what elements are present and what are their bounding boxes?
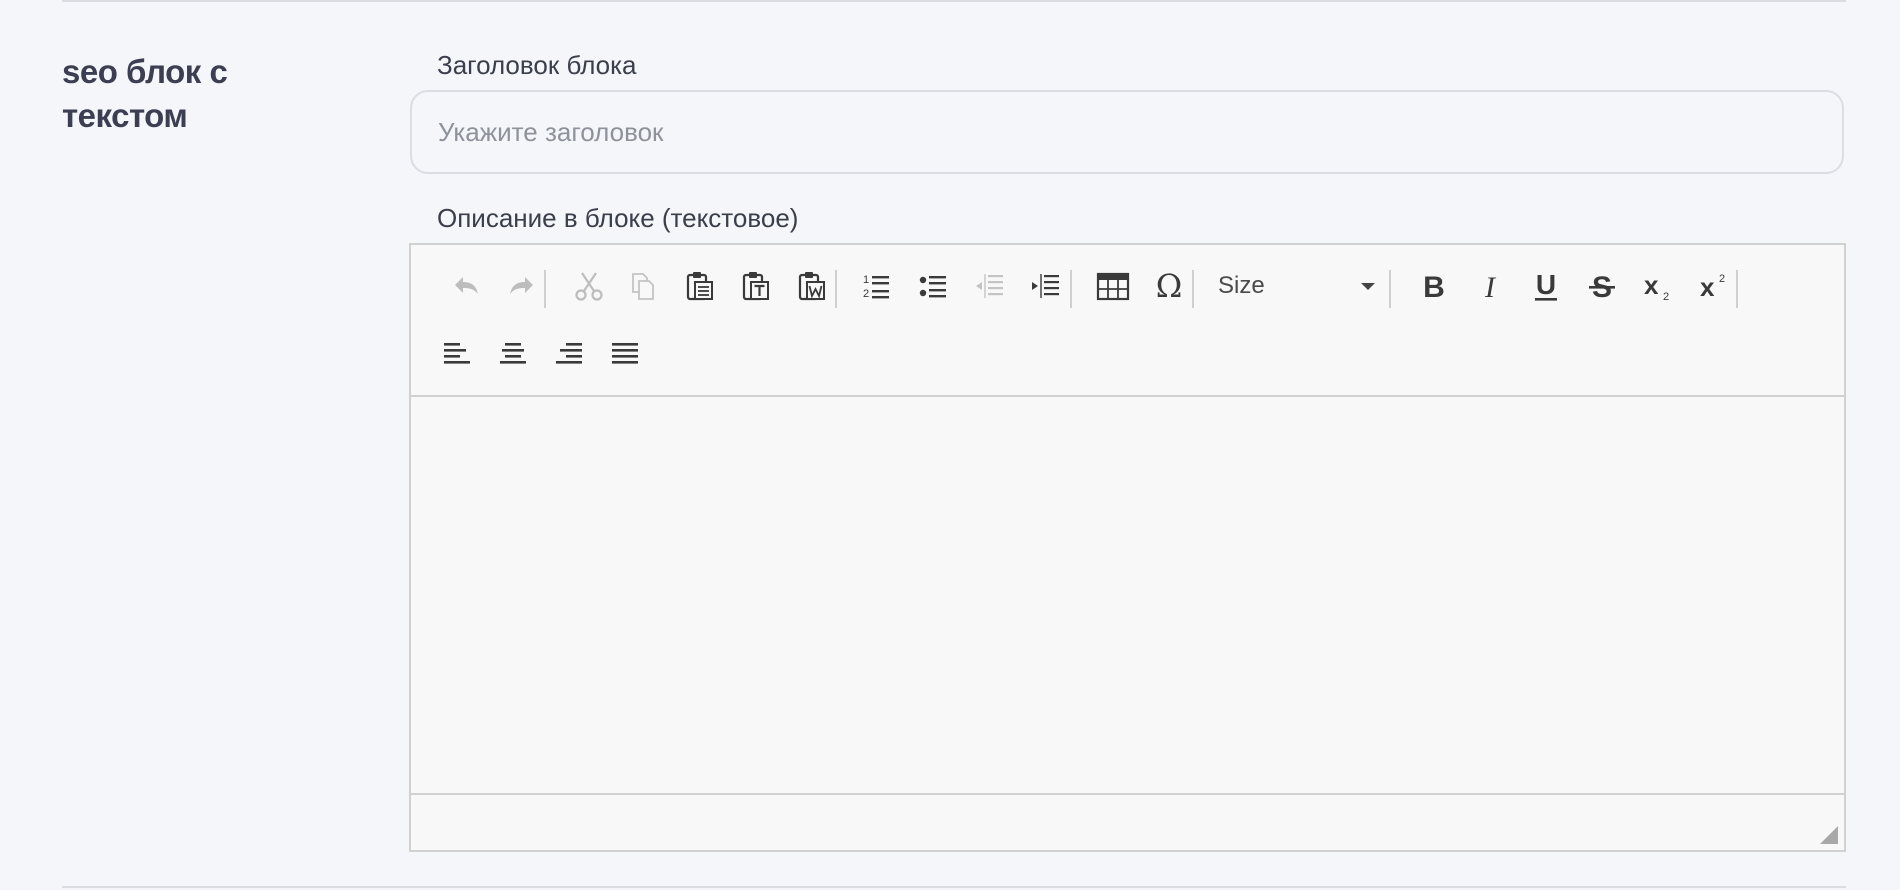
align-center-icon: [500, 343, 526, 364]
copy-icon: [632, 273, 654, 300]
omega-icon: Ω: [1156, 269, 1183, 303]
svg-text:Ω: Ω: [1156, 269, 1183, 303]
top-divider: [62, 0, 1846, 2]
toolbar-separator: [1736, 270, 1738, 308]
chevron-down-icon: [1361, 283, 1375, 290]
justify-button[interactable]: [601, 325, 649, 381]
title-field-label: Заголовок блока: [437, 50, 637, 80]
svg-text:x: x: [1700, 272, 1715, 302]
bottom-divider: [62, 886, 1846, 888]
resize-handle-icon[interactable]: [1820, 826, 1838, 844]
decrease-indent-button[interactable]: [966, 258, 1014, 314]
superscript-icon: x 2: [1700, 272, 1725, 302]
undo-icon: [455, 277, 478, 294]
editor-toolbar: 1 2 Ω Size B I U S x 2 x 2: [411, 245, 1844, 397]
font-size-dropdown[interactable]: Size: [1208, 258, 1383, 314]
svg-text:2: 2: [863, 288, 869, 300]
align-justify-icon: [612, 343, 638, 364]
bulleted-list-button[interactable]: [910, 258, 958, 314]
bold-button[interactable]: B: [1410, 258, 1458, 314]
paste-text-icon: [742, 272, 769, 301]
strikethrough-button[interactable]: S: [1578, 258, 1626, 314]
toolbar-separator: [1070, 270, 1072, 308]
underline-icon: U: [1535, 269, 1557, 301]
svg-text:U: U: [1536, 269, 1556, 300]
svg-text:x: x: [1644, 270, 1659, 300]
align-left-icon: [444, 343, 470, 364]
outdent-icon: [976, 274, 1003, 298]
numbered-list-button[interactable]: 1 2: [853, 258, 901, 314]
toolbar-separator: [544, 270, 546, 308]
bulleted-list-icon: [919, 276, 946, 298]
paste-word-button[interactable]: [788, 258, 836, 314]
svg-text:2: 2: [1719, 273, 1725, 285]
section-title: seo блок с текстом: [62, 53, 228, 134]
underline-button[interactable]: U: [1522, 258, 1570, 314]
svg-text:1: 1: [863, 274, 869, 286]
toolbar-separator: [1389, 270, 1391, 308]
align-right-button[interactable]: [545, 325, 593, 381]
align-center-button[interactable]: [489, 325, 537, 381]
redo-button[interactable]: [497, 258, 545, 314]
superscript-button[interactable]: x 2: [1690, 258, 1738, 314]
align-left-button[interactable]: [433, 325, 481, 381]
increase-indent-button[interactable]: [1022, 258, 1070, 314]
clipboard-icon: [686, 272, 713, 301]
bold-icon: B: [1423, 271, 1445, 303]
description-field-label: Описание в блоке (текстовое): [437, 203, 799, 233]
italic-button[interactable]: I: [1466, 258, 1514, 314]
editor-status-bar: [411, 793, 1844, 850]
toolbar-separator: [835, 270, 837, 308]
editor-content-area[interactable]: [411, 397, 1844, 795]
rich-text-editor: 1 2 Ω Size B I U S x 2 x 2: [409, 243, 1846, 852]
title-input[interactable]: [410, 90, 1844, 174]
table-icon: [1096, 272, 1130, 301]
numbered-list-icon: 1 2: [863, 274, 889, 300]
cut-button[interactable]: [565, 258, 613, 314]
indent-icon: [1032, 274, 1059, 298]
paste-word-icon: [798, 272, 825, 301]
svg-text:I: I: [1484, 271, 1497, 303]
paste-button[interactable]: [676, 258, 724, 314]
paste-text-button[interactable]: [732, 258, 780, 314]
subscript-button[interactable]: x 2: [1634, 258, 1682, 314]
scissors-icon: [575, 272, 603, 301]
toolbar-separator: [1192, 270, 1194, 308]
strikethrough-icon: S: [1589, 271, 1615, 303]
align-right-icon: [556, 343, 582, 364]
table-button[interactable]: [1089, 258, 1137, 314]
copy-button[interactable]: [619, 258, 667, 314]
svg-text:B: B: [1423, 271, 1445, 303]
subscript-icon: x 2: [1644, 270, 1669, 303]
italic-icon: I: [1484, 271, 1497, 303]
special-character-button[interactable]: Ω: [1145, 258, 1193, 314]
redo-icon: [510, 277, 533, 294]
svg-text:2: 2: [1663, 291, 1669, 303]
font-size-label: Size: [1218, 272, 1265, 299]
undo-button[interactable]: [443, 258, 491, 314]
